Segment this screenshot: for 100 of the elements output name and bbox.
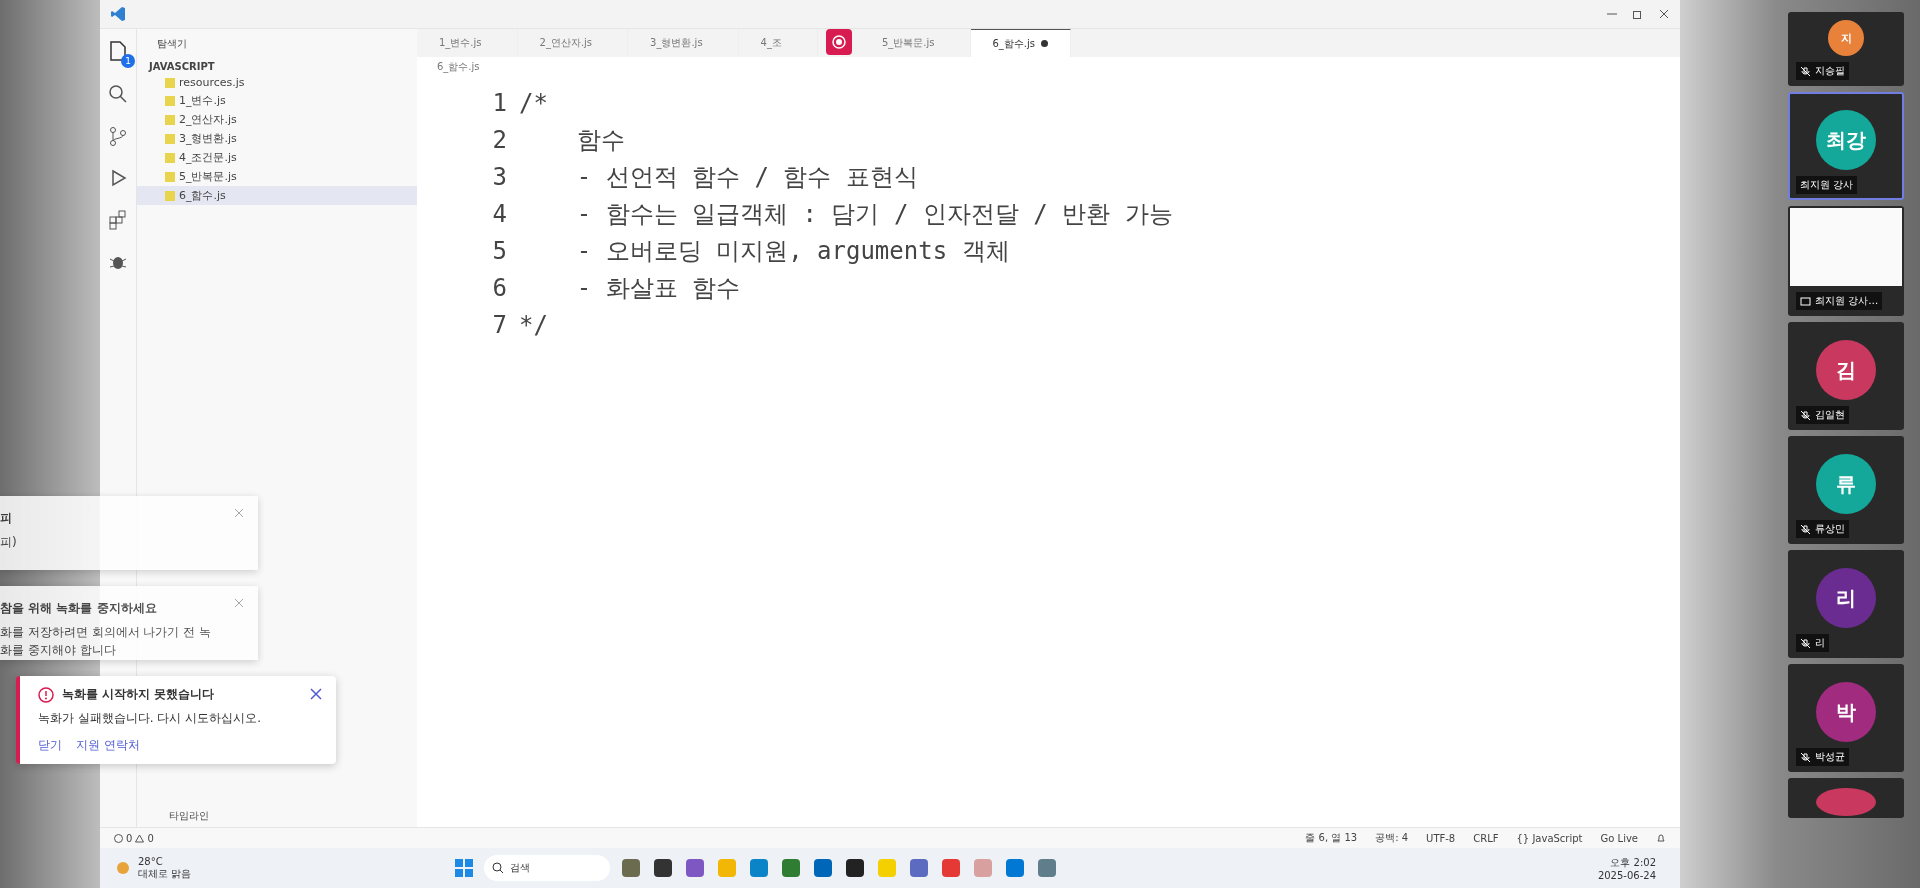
file-item[interactable]: 1_변수.js bbox=[137, 91, 417, 110]
participant-tile[interactable]: 박 박성균 bbox=[1788, 664, 1904, 772]
participant-name: 최지원 강사… bbox=[1815, 294, 1879, 308]
notification-link[interactable]: 지원 연락처 bbox=[76, 737, 140, 754]
panel-section-header[interactable]: 타임라인 bbox=[137, 805, 417, 827]
taskbar-app-icon[interactable] bbox=[844, 857, 866, 879]
js-file-icon bbox=[165, 190, 175, 201]
error-icon bbox=[38, 686, 54, 703]
editor-tab[interactable]: 5_반복문.js bbox=[859, 29, 971, 57]
sidebar-title: 탐색기 bbox=[156, 37, 188, 51]
line-number: 2 bbox=[491, 125, 507, 156]
avatar: 지 bbox=[1828, 20, 1864, 56]
breadcrumb[interactable]: 6_함수.js bbox=[417, 57, 1680, 79]
participant-tile[interactable]: 최지원 강사… bbox=[1788, 206, 1904, 316]
folder-header[interactable]: JAVASCRIPT bbox=[137, 59, 417, 74]
avatar: 박 bbox=[1816, 682, 1876, 742]
clock-date[interactable]: 2025-06-24 bbox=[1597, 869, 1656, 881]
file-item[interactable]: resources.js bbox=[137, 74, 417, 91]
search-icon[interactable] bbox=[107, 83, 129, 105]
temperature[interactable]: 28°C bbox=[138, 855, 192, 867]
mic-off-icon bbox=[1800, 409, 1811, 421]
line-number: 7 bbox=[491, 310, 507, 341]
status-item[interactable]: UTF-8 bbox=[1426, 832, 1456, 844]
line-number: 3 bbox=[491, 162, 507, 193]
js-file-icon bbox=[165, 77, 175, 88]
line-number: 4 bbox=[491, 199, 507, 230]
weather-text[interactable]: 대체로 맑음 bbox=[138, 866, 192, 881]
problem-count[interactable]: 0 bbox=[126, 832, 133, 844]
status-item[interactable]: {} JavaScript bbox=[1516, 832, 1583, 844]
warning-count[interactable]: 0 bbox=[147, 832, 154, 844]
editor-tab[interactable]: 6_함수.js bbox=[970, 29, 1072, 57]
notification-link[interactable]: 닫기 bbox=[38, 737, 62, 754]
mic-off-icon bbox=[1800, 751, 1811, 763]
code-line: */ bbox=[519, 310, 548, 341]
close-icon[interactable] bbox=[310, 688, 322, 700]
participant-name: 최지원 강사 bbox=[1800, 178, 1854, 192]
close-icon[interactable] bbox=[1658, 8, 1670, 20]
code-line: - 함수는 일급객체 : 담기 / 인자전달 / 반환 가능 bbox=[575, 199, 1173, 230]
avatar: 류 bbox=[1816, 454, 1876, 514]
file-item[interactable]: 4_조건문.js bbox=[137, 148, 417, 167]
participant-name: 박성균 bbox=[1815, 750, 1845, 764]
file-item[interactable]: 3_형변환.js bbox=[137, 129, 417, 148]
error-icon bbox=[114, 833, 123, 843]
clock-time[interactable]: 오후 2:02 bbox=[1610, 855, 1656, 870]
line-number: 6 bbox=[491, 273, 507, 304]
participant-name: 김일현 bbox=[1815, 408, 1845, 422]
status-item[interactable]: CRLF bbox=[1473, 832, 1499, 844]
code-line: - 선언적 함수 / 함수 표현식 bbox=[575, 162, 918, 193]
editor-tab[interactable]: 3_형변환.js bbox=[628, 29, 739, 57]
search-icon bbox=[492, 862, 504, 874]
mic-off-icon bbox=[1800, 523, 1811, 535]
line-number: 1 bbox=[491, 88, 507, 119]
participant-name: 지승필 bbox=[1815, 64, 1845, 78]
notification-title: 피 bbox=[0, 510, 13, 527]
editor-tab[interactable]: 2_연산자.js bbox=[517, 29, 629, 57]
status-item[interactable]: Go Live bbox=[1600, 832, 1638, 844]
participant-name: 류상민 bbox=[1815, 522, 1845, 536]
file-item[interactable]: 5_반복문.js bbox=[137, 167, 417, 186]
extensions-icon[interactable] bbox=[107, 209, 129, 231]
notification-title: 녹화를 시작하지 못했습니다 bbox=[62, 686, 215, 703]
warning-icon bbox=[135, 833, 145, 843]
taskbar-search[interactable]: 검색 bbox=[484, 855, 610, 881]
status-item[interactable]: 공백: 4 bbox=[1375, 831, 1409, 845]
notification-body: 화를 저장하려면 회의에서 나가기 전 녹화를 중지해야 합니다 bbox=[0, 624, 213, 659]
js-file-icon bbox=[165, 152, 175, 163]
js-file-icon bbox=[165, 95, 175, 106]
record-icon bbox=[831, 35, 846, 49]
code-line: /* bbox=[519, 88, 548, 119]
start-icon[interactable] bbox=[454, 858, 474, 878]
notification-body: 녹화가 실패했습니다. 다시 시도하십시오. bbox=[38, 710, 263, 727]
screen-share-icon bbox=[1800, 295, 1811, 307]
avatar bbox=[1816, 788, 1876, 816]
file-item[interactable]: 2_연산자.js bbox=[137, 110, 417, 129]
avatar: 최강 bbox=[1816, 110, 1876, 170]
participant-tile[interactable]: 류 류상민 bbox=[1788, 436, 1904, 544]
editor-tab[interactable]: 4_조 bbox=[738, 29, 818, 57]
taskbar-app-icon[interactable] bbox=[652, 857, 674, 879]
participant-name: 리 bbox=[1815, 636, 1825, 650]
editor-tab[interactable]: 1_변수.js bbox=[417, 29, 518, 57]
js-file-icon bbox=[165, 114, 175, 125]
avatar: 김 bbox=[1816, 340, 1876, 400]
participant-tile[interactable]: 김 김일현 bbox=[1788, 322, 1904, 430]
mic-off-icon bbox=[1800, 637, 1811, 649]
record-button[interactable] bbox=[825, 29, 852, 55]
notification-body: 피) bbox=[0, 534, 18, 551]
vscode-logo-icon bbox=[110, 6, 126, 22]
branch-icon[interactable] bbox=[107, 125, 129, 147]
mic-off-icon bbox=[1800, 65, 1811, 77]
js-file-icon bbox=[165, 171, 175, 182]
avatar: 리 bbox=[1816, 568, 1876, 628]
bell-icon[interactable] bbox=[1656, 833, 1666, 843]
participant-tile[interactable]: 최강 최지원 강사 bbox=[1788, 92, 1904, 200]
js-file-icon bbox=[165, 133, 175, 144]
participant-tile[interactable]: 지 지승필 bbox=[1788, 12, 1904, 86]
line-number: 5 bbox=[491, 236, 507, 267]
file-item[interactable]: 6_함수.js bbox=[137, 186, 417, 205]
restore-icon[interactable] bbox=[1632, 8, 1644, 20]
participant-tile[interactable]: 리 리 bbox=[1788, 550, 1904, 658]
status-item[interactable]: 줄 6, 열 13 bbox=[1305, 831, 1358, 845]
code-line: - 화살표 함수 bbox=[575, 273, 741, 304]
